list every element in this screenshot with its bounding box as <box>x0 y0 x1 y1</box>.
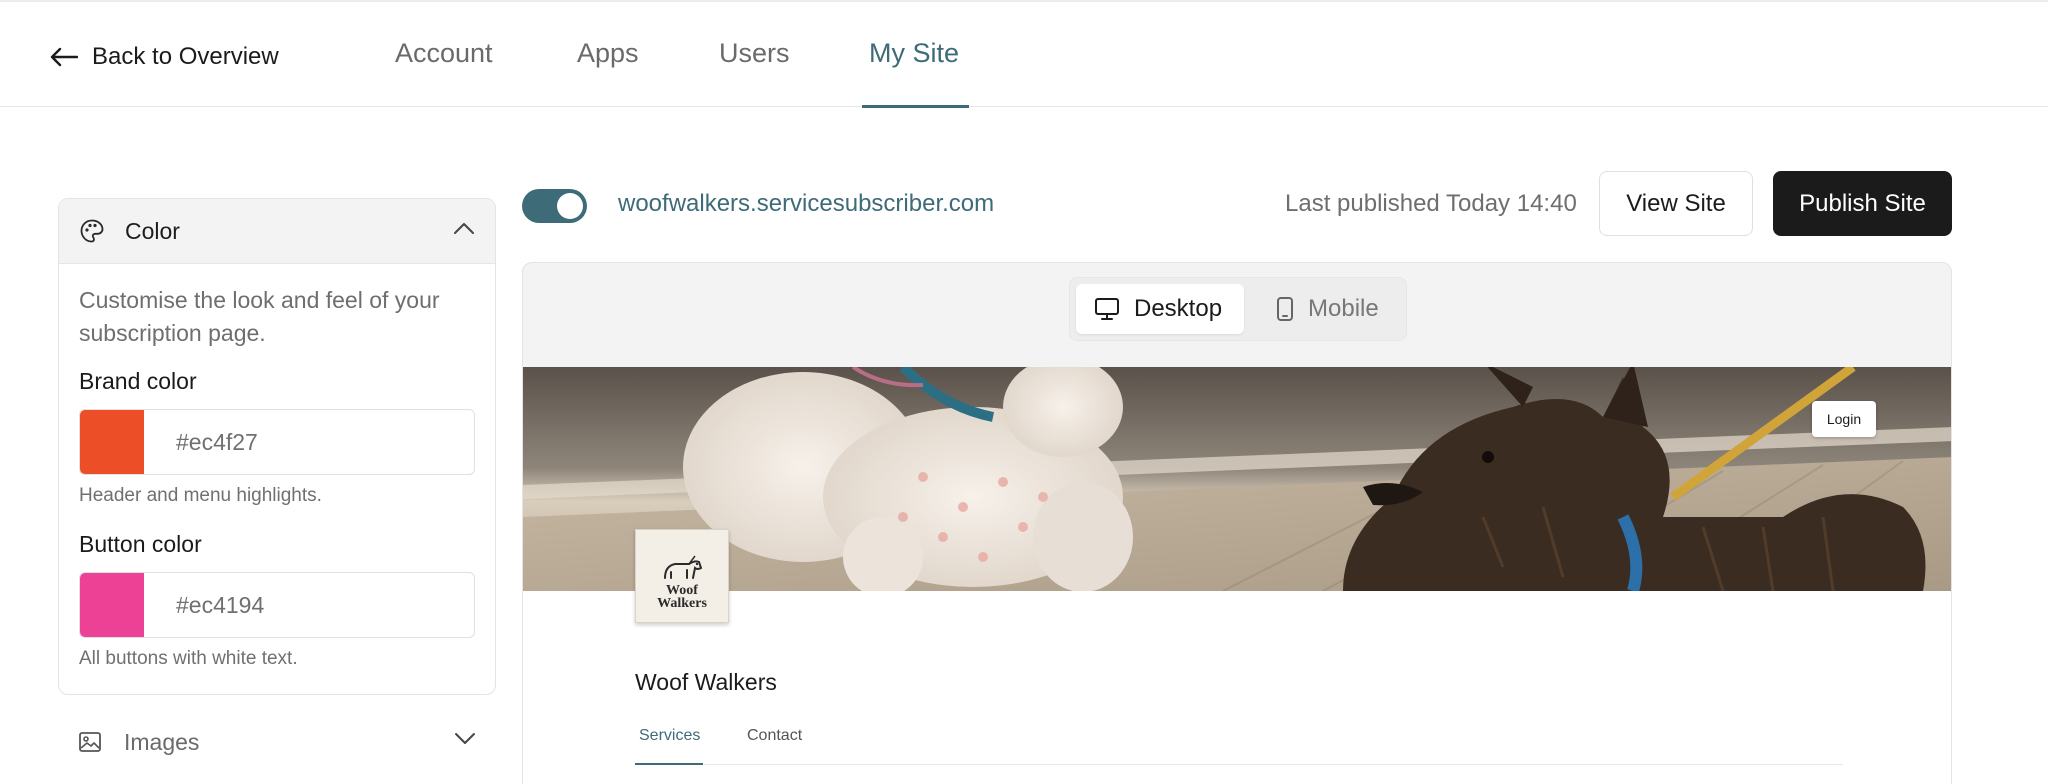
site-tab-services[interactable]: Services <box>639 727 700 745</box>
button-color-input[interactable] <box>144 573 474 637</box>
color-section-title: Color <box>125 217 180 244</box>
phone-icon <box>1277 297 1293 321</box>
site-url-link[interactable]: woofwalkers.servicesubscriber.com <box>618 190 994 218</box>
palette-icon <box>80 219 104 243</box>
active-tab-indicator <box>862 105 969 108</box>
site-tabs-divider <box>635 764 1843 765</box>
logo-text-line2: Walkers <box>657 596 707 611</box>
color-section-description: Customise the look and feel of your subs… <box>79 287 440 346</box>
tab-account[interactable]: Account <box>395 38 493 69</box>
view-site-button[interactable]: View Site <box>1599 171 1753 236</box>
brand-color-field <box>79 409 475 475</box>
back-label: Back to Overview <box>92 43 279 70</box>
toggle-knob <box>557 193 583 219</box>
dogs-photo <box>523 367 1951 591</box>
images-section-header[interactable]: Images <box>58 722 496 762</box>
color-panel: Color Customise the look and feel of you… <box>58 198 496 695</box>
tab-users[interactable]: Users <box>719 38 790 69</box>
button-color-swatch[interactable] <box>80 573 144 637</box>
chevron-up-icon[interactable] <box>453 221 475 235</box>
brand-color-hint: Header and menu highlights. <box>79 485 322 506</box>
color-section-header[interactable]: Color <box>59 199 495 264</box>
image-icon <box>79 732 101 752</box>
site-login-button[interactable]: Login <box>1812 401 1876 437</box>
mobile-label: Mobile <box>1308 295 1379 322</box>
button-color-field <box>79 572 475 638</box>
brand-color-label: Brand color <box>79 368 197 394</box>
site-preview: Desktop Mobile Login Woof Walkers Woof W… <box>522 262 1952 784</box>
site-logo: Woof Walkers <box>635 529 729 623</box>
tab-apps[interactable]: Apps <box>577 38 639 69</box>
last-published-text: Last published Today 14:40 <box>1285 190 1577 217</box>
monitor-icon <box>1095 298 1119 320</box>
arrow-left-icon <box>50 47 78 67</box>
site-tab-contact[interactable]: Contact <box>747 727 802 745</box>
dog-logo-icon <box>664 555 703 579</box>
tab-my-site[interactable]: My Site <box>869 38 959 69</box>
site-published-toggle[interactable] <box>522 189 587 223</box>
business-name: Woof Walkers <box>635 669 777 695</box>
brand-color-input[interactable] <box>144 410 474 474</box>
button-color-hint: All buttons with white text. <box>79 648 298 669</box>
hero-banner-image: Login <box>523 367 1951 591</box>
desktop-label: Desktop <box>1134 295 1223 322</box>
mobile-toggle-button[interactable]: Mobile <box>1258 284 1397 334</box>
desktop-toggle-button[interactable]: Desktop <box>1076 284 1244 334</box>
device-toggle: Desktop Mobile <box>1069 277 1407 341</box>
site-active-tab-indicator <box>635 763 703 765</box>
images-section-title: Images <box>124 728 200 755</box>
top-nav: Back to Overview Account Apps Users My S… <box>0 0 2048 108</box>
publish-site-button[interactable]: Publish Site <box>1773 171 1952 236</box>
back-to-overview-link[interactable]: Back to Overview <box>50 40 279 74</box>
brand-color-swatch[interactable] <box>80 410 144 474</box>
button-color-label: Button color <box>79 531 202 557</box>
chevron-down-icon[interactable] <box>454 732 476 746</box>
